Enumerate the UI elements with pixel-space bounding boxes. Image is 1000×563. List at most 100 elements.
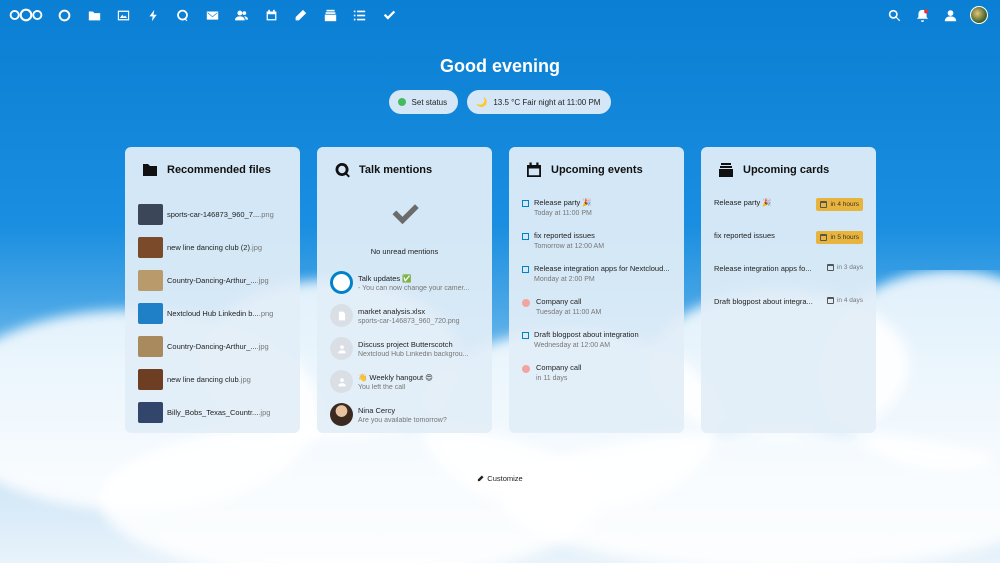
dashboard-icon[interactable]: [50, 0, 80, 30]
event-dot-icon: [522, 365, 530, 373]
deck-card-item[interactable]: fix reported issues in 5 hours: [714, 231, 863, 264]
notifications-icon[interactable]: [908, 0, 936, 30]
file-name: Country-Dancing-Arthur_....jpg: [167, 276, 269, 285]
mail-icon[interactable]: [198, 0, 228, 30]
panel-title: Upcoming events: [551, 164, 643, 176]
file-item[interactable]: new line dancing club (2).jpg: [138, 231, 287, 264]
top-header: [0, 0, 1000, 30]
file-item[interactable]: new line dancing club.jpg: [138, 363, 287, 396]
deck-icon[interactable]: [316, 0, 346, 30]
event-item[interactable]: Release party 🎉 Today at 11:00 PM: [522, 198, 671, 231]
cards-list: Release party 🎉 in 4 hours fix reported is…: [714, 198, 863, 330]
set-status-button[interactable]: Set status: [388, 90, 459, 114]
file-name: sports-car-146873_960_7....png: [167, 210, 274, 219]
task-checkbox[interactable]: [522, 332, 529, 339]
calendar-icon: [527, 162, 541, 177]
files-icon[interactable]: [80, 0, 110, 30]
status-row: Set status 🌙 13.5 °C Fair night at 11:00…: [0, 90, 1000, 114]
deck-card-item[interactable]: Draft blogpost about integra... in 4 days: [714, 297, 863, 330]
task-checkbox[interactable]: [522, 233, 529, 240]
file-basename: new line dancing club (2): [167, 243, 250, 252]
weather-status-button[interactable]: 🌙 13.5 °C Fair night at 11:00 PM: [467, 90, 612, 114]
contacts-menu-icon[interactable]: [936, 0, 964, 30]
talk-title: Nina Cercy: [358, 405, 396, 415]
avatar: [330, 403, 353, 426]
deck-card-item[interactable]: Release integration apps fo... in 3 days: [714, 264, 863, 297]
talk-conversation-item[interactable]: Talk updates ✅ - You can now change your …: [330, 266, 479, 299]
talk-subtitle: Are you available tomorrow?: [358, 416, 447, 424]
file-item[interactable]: Billy_Bobs_Texas_Countr....jpg: [138, 396, 287, 429]
file-extension: .jpg: [256, 342, 269, 351]
weather-label: 13.5 °C Fair night at 11:00 PM: [493, 97, 601, 107]
notes-icon[interactable]: [286, 0, 316, 30]
file-item[interactable]: sports-car-146873_960_7....png: [138, 198, 287, 231]
calendar-icon[interactable]: [257, 0, 287, 30]
event-item[interactable]: Draft blogpost about integration Wednesda…: [522, 330, 671, 363]
photos-icon[interactable]: [109, 0, 139, 30]
talk-conversation-item[interactable]: Nina Cercy Are you available tomorrow?: [330, 398, 479, 431]
file-basename: Nextcloud Hub Linkedin b...: [167, 309, 259, 318]
due-date-badge: in 4 hours: [816, 198, 863, 211]
talk-title: 👋 Weekly hangout 😍: [358, 372, 433, 382]
deck-card-item[interactable]: Release party 🎉 in 4 hours: [714, 198, 863, 231]
app-menu: [50, 0, 404, 30]
file-item[interactable]: Country-Dancing-Arthur_....jpg: [138, 264, 287, 297]
event-title: Draft blogpost about integration: [534, 330, 639, 339]
search-icon[interactable]: [880, 0, 908, 30]
event-item[interactable]: Company call Tuesday at 11:00 AM: [522, 297, 671, 330]
check-icon[interactable]: [375, 0, 405, 30]
event-text: Company call Tuesday at 11:00 AM: [536, 297, 601, 316]
talk-text: 👋 Weekly hangout 😍 You left the call: [358, 373, 433, 391]
file-extension: .jpg: [256, 276, 269, 285]
file-thumbnail: [138, 369, 163, 390]
talk-conversation-item[interactable]: market analysis.xlsx sports-car-146873_96…: [330, 299, 479, 332]
due-text: in 3 days: [836, 264, 863, 271]
panel-header: Upcoming cards: [714, 161, 863, 179]
file-extension: .jpg: [238, 375, 251, 384]
file-basename: Country-Dancing-Arthur_...: [167, 276, 257, 285]
file-name: Nextcloud Hub Linkedin b....png: [167, 309, 273, 318]
event-item[interactable]: Release integration apps for Nextcloud..…: [522, 264, 671, 297]
panel-talk-mentions: Talk mentions No unread mentions Talk up…: [317, 147, 492, 433]
file-basename: Billy_Bobs_Texas_Countr...: [167, 408, 259, 417]
deck-icon: [719, 163, 733, 177]
task-checkbox[interactable]: [522, 200, 529, 207]
talk-subtitle: You left the call: [358, 383, 406, 391]
activity-icon[interactable]: [139, 0, 169, 30]
group-avatar-icon: [330, 337, 353, 360]
due-text: in 4 days: [836, 297, 863, 304]
nextcloud-logo[interactable]: [8, 5, 44, 25]
event-item[interactable]: fix reported issues Tomorrow at 12:00 AM: [522, 231, 671, 264]
checkmark-icon: [330, 198, 479, 233]
talk-icon[interactable]: [168, 0, 198, 30]
file-thumbnail: [138, 270, 163, 291]
task-checkbox[interactable]: [522, 266, 529, 273]
tasks-icon[interactable]: [345, 0, 375, 30]
talk-conversation-item[interactable]: 👋 Weekly hangout 😍 You left the call: [330, 365, 479, 398]
due-text: in 4 hours: [830, 201, 859, 208]
talk-conversation-item[interactable]: Discuss project Butterscotch Nextcloud Hu…: [330, 332, 479, 365]
header-right: [880, 0, 992, 30]
file-thumbnail: [138, 204, 163, 225]
panel-title: Talk mentions: [359, 164, 433, 176]
event-time: Today at 11:00 PM: [534, 210, 592, 217]
due-date-badge: in 4 days: [826, 297, 863, 304]
panel-header: Upcoming events: [522, 161, 671, 179]
file-avatar-icon: [330, 304, 353, 327]
recommended-files-list: sports-car-146873_960_7....pngnew line d…: [138, 198, 287, 429]
panel-upcoming-cards: Upcoming cards Release party 🎉 in 4 hours…: [701, 147, 876, 433]
no-mentions-state: No unread mentions: [330, 198, 479, 256]
talk-title: market analysis.xlsx: [358, 306, 426, 316]
file-item[interactable]: Country-Dancing-Arthur_....jpg: [138, 330, 287, 363]
event-text: Draft blogpost about integration Wednesda…: [534, 330, 639, 349]
talk-title: Talk updates ✅: [358, 273, 412, 283]
panel-header: Recommended files: [138, 161, 287, 179]
talk-text: Talk updates ✅ - You can now change your …: [358, 274, 469, 292]
file-item[interactable]: Nextcloud Hub Linkedin b....png: [138, 297, 287, 330]
customize-button[interactable]: Customize: [468, 466, 532, 490]
event-item[interactable]: Company call in 11 days: [522, 363, 671, 396]
file-basename: new line dancing club: [167, 375, 239, 384]
talk-subtitle: - You can now change your camer...: [358, 284, 470, 292]
user-avatar[interactable]: [970, 6, 988, 24]
contacts-icon[interactable]: [227, 0, 257, 30]
